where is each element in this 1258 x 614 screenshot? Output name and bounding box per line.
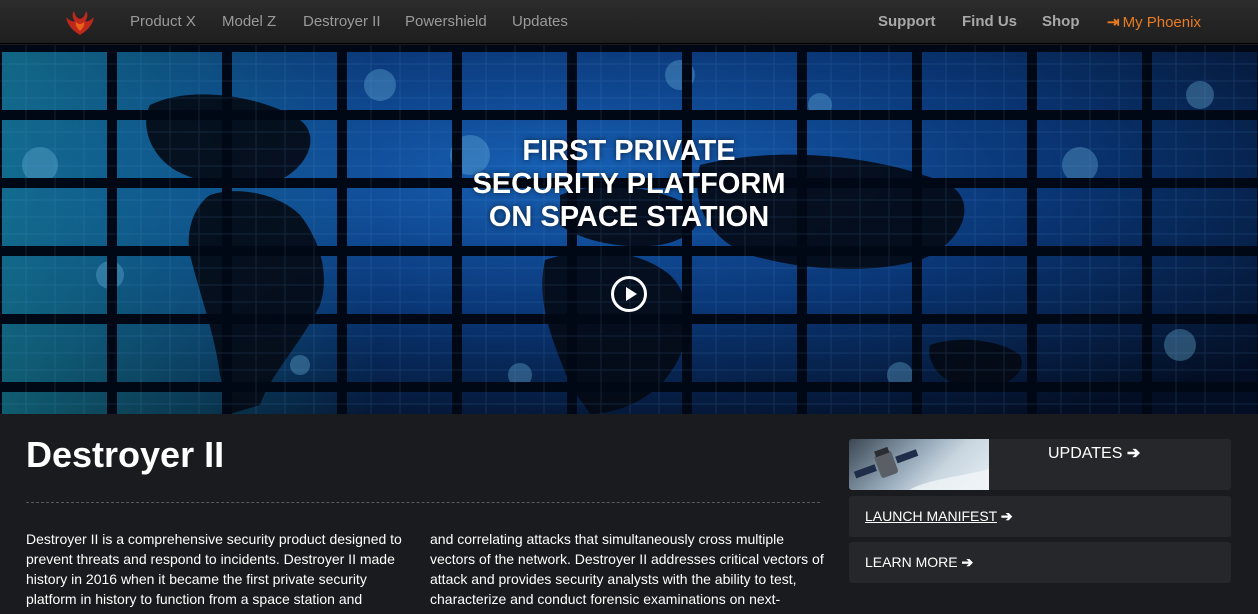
launch-manifest-card[interactable]: LAUNCH MANIFEST ➔ — [849, 496, 1231, 537]
learn-more-label: LEARN MORE — [865, 554, 958, 570]
sign-in-icon: ⇥ — [1107, 14, 1120, 31]
arrow-right-icon: ➔ — [961, 554, 974, 570]
phoenix-logo-icon[interactable] — [64, 9, 96, 37]
nav-updates[interactable]: Updates — [512, 13, 568, 30]
learn-more-link[interactable]: LEARN MORE ➔ — [865, 554, 973, 571]
account-label: My Phoenix — [1122, 14, 1201, 31]
updates-label: UPDATES — [1048, 445, 1123, 462]
spacecraft-image — [853, 446, 989, 490]
divider — [26, 502, 820, 503]
description-column-2: and correlating attacks that simultaneou… — [430, 531, 824, 607]
arrow-right-icon: ➔ — [1126, 445, 1141, 462]
launch-manifest-label: LAUNCH MANIFEST — [865, 508, 997, 524]
page-title: Destroyer II — [26, 434, 225, 475]
play-triangle — [626, 287, 637, 301]
hero-headline-line: security platform — [472, 168, 786, 200]
updates-link[interactable]: UPDATES ➔ — [1048, 443, 1140, 463]
arrow-right-icon: ➔ — [1000, 508, 1013, 524]
play-circle-icon[interactable] — [611, 276, 647, 312]
nav-destroyer-ii[interactable]: Destroyer II — [303, 13, 381, 30]
hero-headline: First private security platform on space… — [429, 135, 829, 234]
updates-card[interactable]: UPDATES ➔ — [849, 439, 1231, 490]
hero-headline-line: First private — [522, 135, 736, 167]
nav-find-us[interactable]: Find Us — [962, 13, 1017, 30]
hero-headline-line: on space station — [488, 201, 770, 233]
nav-support[interactable]: Support — [878, 13, 936, 30]
nav-shop[interactable]: Shop — [1042, 13, 1080, 30]
nav-my-phoenix[interactable]: ⇥ My Phoenix — [1107, 13, 1201, 31]
learn-more-card[interactable]: LEARN MORE ➔ — [849, 542, 1231, 583]
launch-manifest-link[interactable]: LAUNCH MANIFEST ➔ — [865, 508, 1013, 525]
nav-model-z[interactable]: Model Z — [222, 13, 276, 30]
description-column-1: Destroyer II is a comprehensive security… — [26, 531, 402, 607]
nav-powershield[interactable]: Powershield — [405, 13, 487, 30]
spacecraft-thumbnail — [849, 439, 989, 490]
top-nav: Product X Model Z Destroyer II Powershie… — [0, 0, 1258, 44]
nav-product-x[interactable]: Product X — [130, 13, 196, 30]
hero-banner: First private security platform on space… — [0, 45, 1258, 414]
